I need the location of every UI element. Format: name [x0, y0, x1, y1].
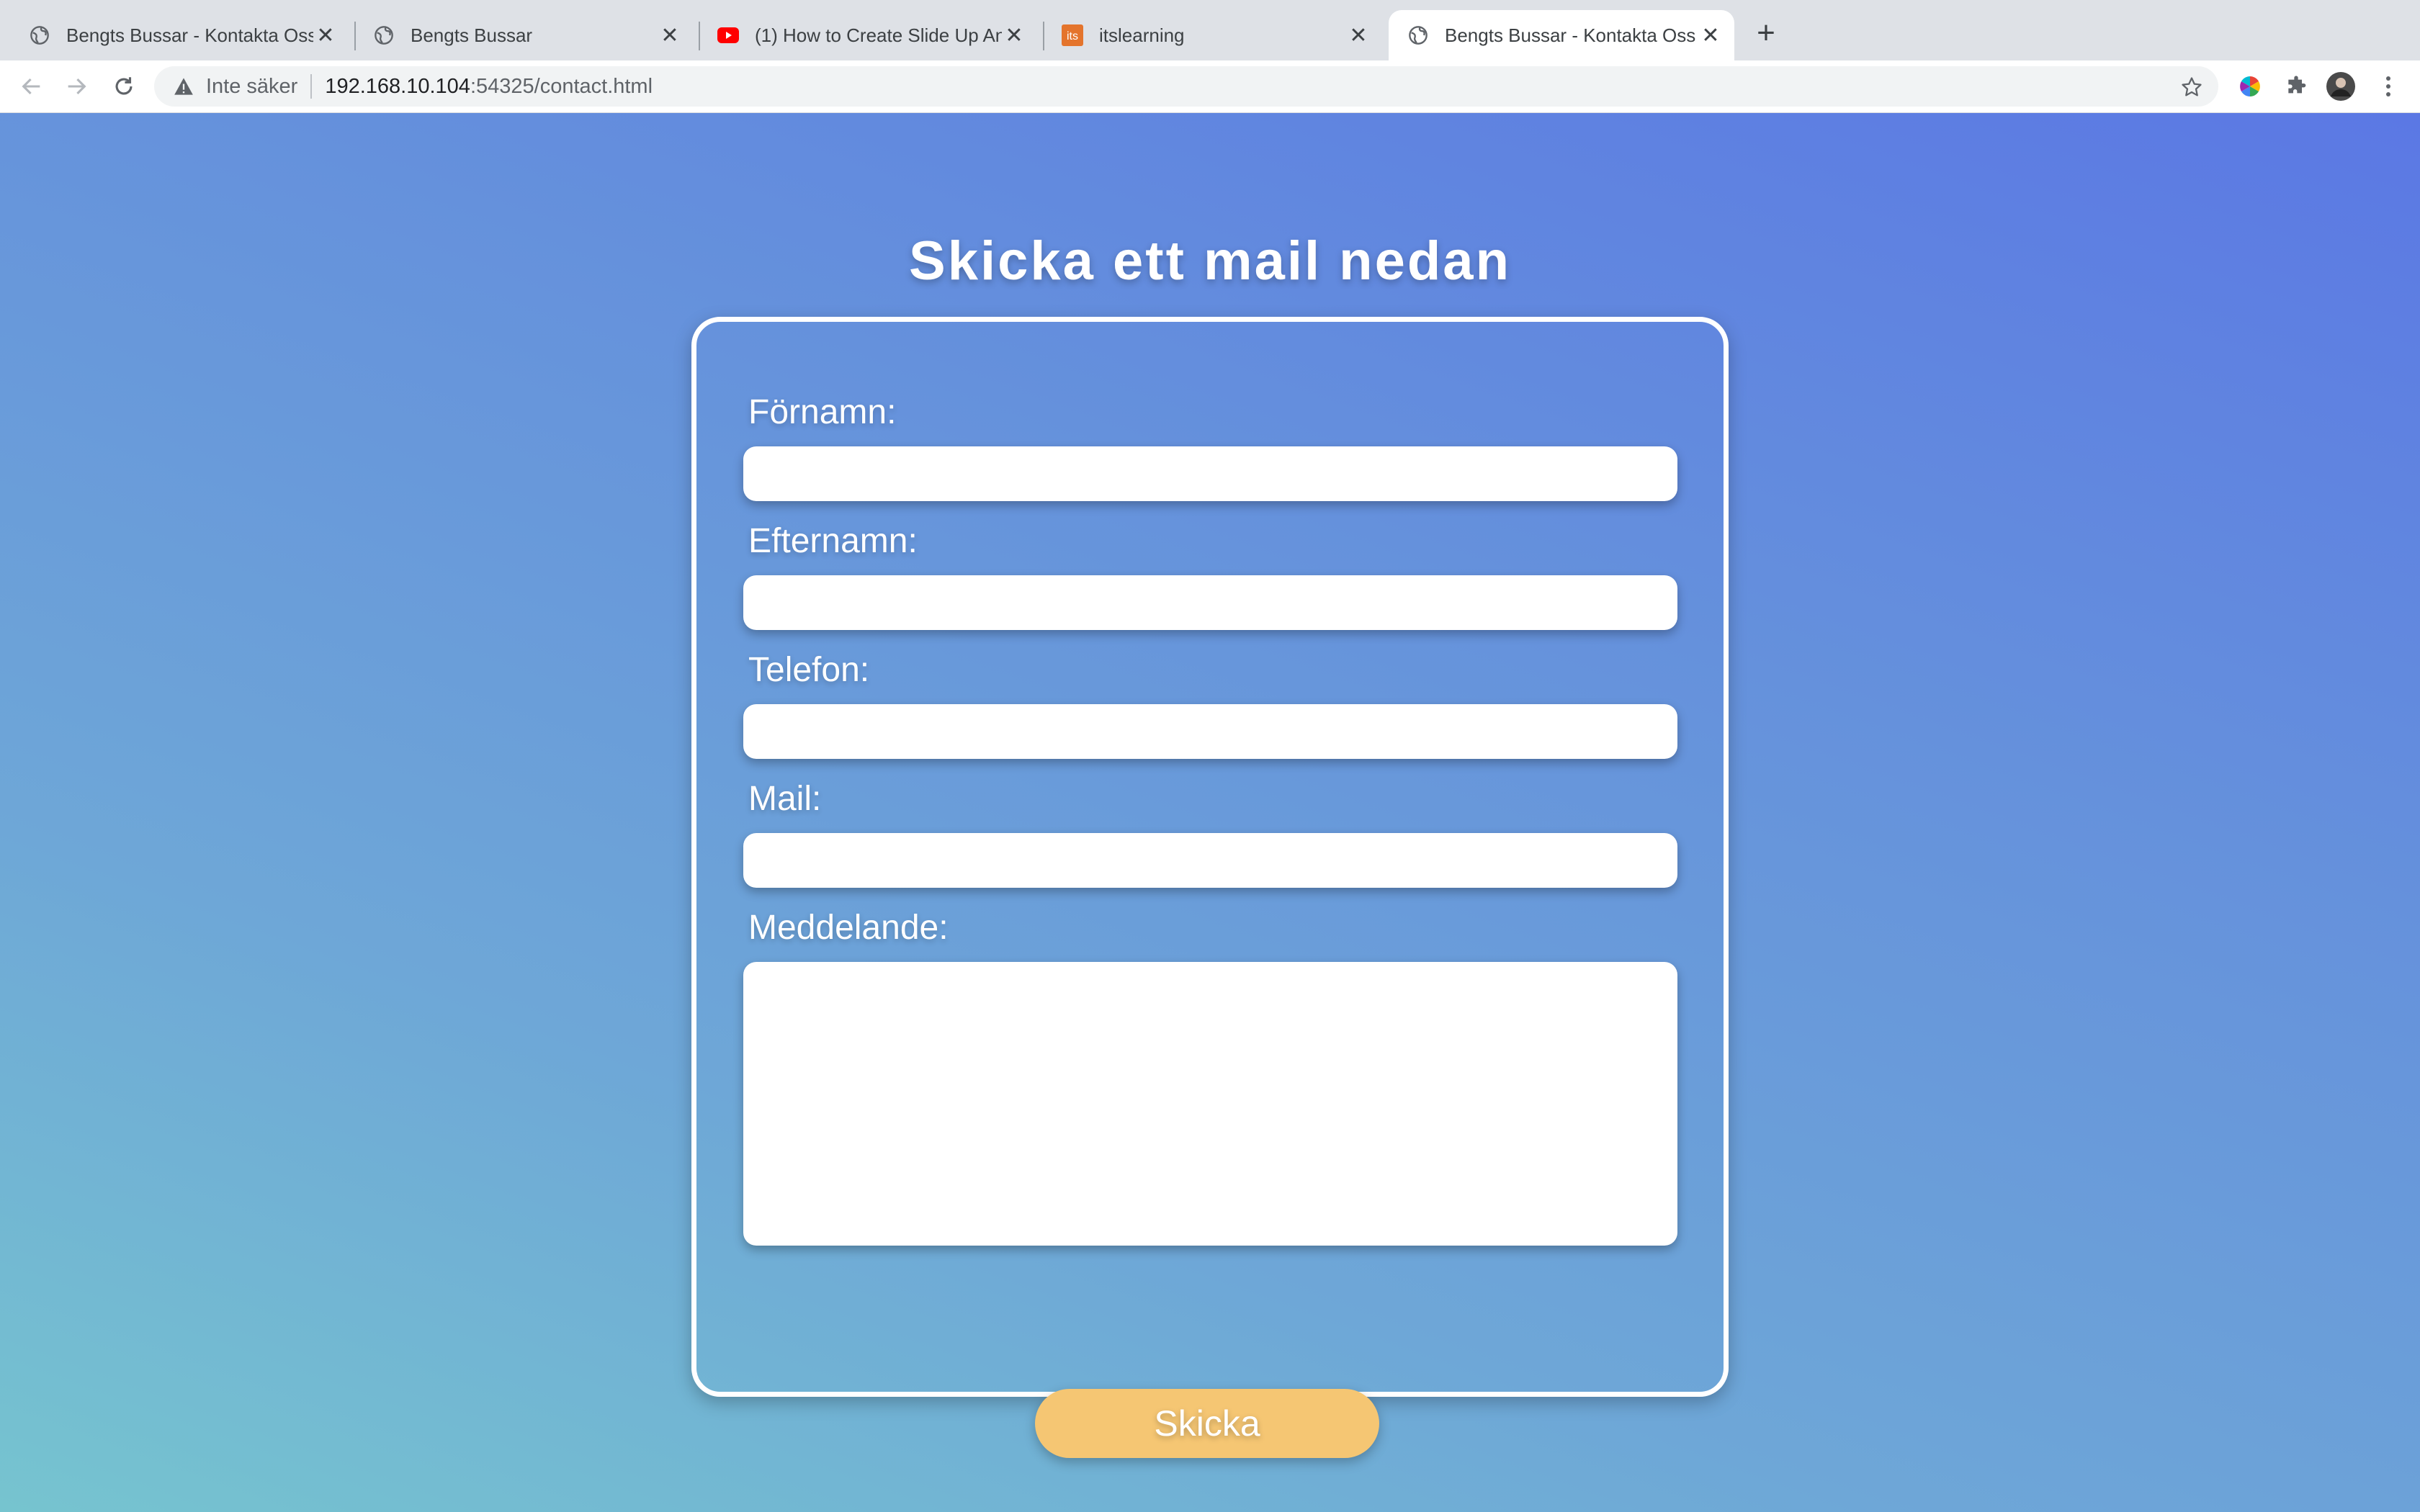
close-icon[interactable]: ✕ — [658, 23, 682, 48]
bookmark-star-icon[interactable] — [2179, 75, 2204, 99]
submit-button[interactable]: Skicka — [1035, 1389, 1379, 1458]
first-name-input[interactable] — [743, 446, 1677, 501]
back-button[interactable] — [16, 71, 48, 102]
globe-icon — [29, 24, 50, 46]
last-name-input[interactable] — [743, 575, 1677, 630]
globe-icon — [373, 24, 395, 46]
arrow-left-icon — [22, 78, 40, 95]
first-name-label: Förnamn: — [748, 393, 897, 431]
contact-form: Förnamn: Efternamn: Telefon: Mail: Medde… — [691, 317, 1729, 1458]
arrow-right-icon — [68, 78, 86, 95]
svg-text:its: its — [1067, 30, 1078, 42]
tab-title: Bengts Bussar - Kontakta Oss — [66, 24, 313, 46]
close-icon[interactable]: ✕ — [1002, 23, 1026, 48]
globe-icon — [1407, 24, 1429, 46]
page-title: Skicka ett mail nedan — [909, 230, 1511, 292]
tab-youtube-video[interactable]: (1) How to Create Slide Up Ani ✕ — [689, 10, 1038, 60]
reload-button[interactable] — [108, 71, 140, 102]
browser-toolbar: Inte säker 192.168.10.104 :54325/contact… — [0, 60, 2420, 114]
security-status[interactable]: Inte säker — [206, 75, 297, 99]
color-extension-icon[interactable] — [2236, 72, 2264, 101]
page-viewport: Skicka ett mail nedan Förnamn: Efternamn… — [0, 113, 2420, 1512]
tab-bengts-kontakt-1[interactable]: Bengts Bussar - Kontakta Oss ✕ — [0, 10, 349, 60]
tab-strip: Bengts Bussar - Kontakta Oss ✕ Bengts Bu… — [0, 0, 2420, 60]
extensions-puzzle-icon[interactable] — [2282, 72, 2311, 101]
last-name-label: Efternamn: — [748, 522, 918, 560]
url-host: 192.168.10.104 — [325, 74, 470, 98]
message-textarea[interactable] — [743, 962, 1677, 1246]
kebab-menu-icon[interactable] — [2374, 72, 2403, 101]
address-bar[interactable]: Inte säker 192.168.10.104 :54325/contact… — [154, 66, 2218, 107]
phone-input[interactable] — [743, 704, 1677, 759]
tab-bengts-bussar[interactable]: Bengts Bussar ✕ — [344, 10, 694, 60]
forward-button[interactable] — [60, 71, 92, 102]
close-icon[interactable]: ✕ — [1346, 23, 1371, 48]
tab-itslearning[interactable]: its itslearning ✕ — [1033, 10, 1382, 60]
new-tab-button[interactable]: + — [1750, 15, 1782, 50]
close-icon[interactable]: ✕ — [313, 23, 338, 48]
profile-avatar[interactable] — [2326, 72, 2355, 101]
url-path: :54325/contact.html — [470, 74, 653, 98]
phone-label: Telefon: — [748, 651, 870, 689]
tab-title: (1) How to Create Slide Up Ani — [755, 24, 1002, 46]
tab-title: itslearning — [1099, 24, 1185, 46]
tab-title: Bengts Bussar — [411, 24, 533, 46]
itslearning-icon: its — [1062, 24, 1083, 46]
youtube-icon — [717, 24, 739, 46]
omnibox-divider — [310, 74, 313, 99]
reload-icon — [115, 77, 133, 95]
email-input[interactable] — [743, 833, 1677, 888]
close-icon[interactable]: ✕ — [1698, 23, 1723, 48]
tab-bengts-kontakt-active[interactable]: Bengts Bussar - Kontakta Oss ✕ — [1389, 10, 1734, 60]
email-label: Mail: — [748, 780, 822, 818]
tab-title: Bengts Bussar - Kontakta Oss — [1445, 24, 1696, 46]
warning-icon[interactable] — [173, 76, 194, 97]
message-label: Meddelande: — [748, 909, 949, 947]
